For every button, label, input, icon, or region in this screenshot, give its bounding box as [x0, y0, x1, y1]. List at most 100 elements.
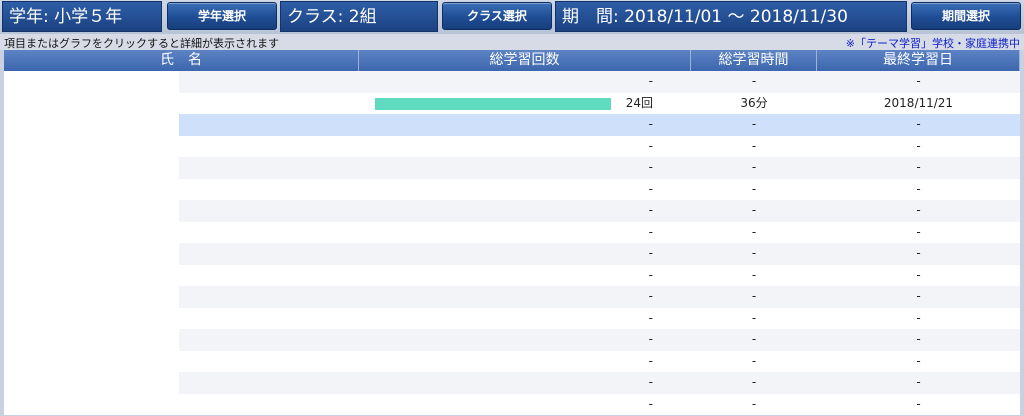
click-hint-text: 項目またはグラフをクリックすると詳細が表示されます	[4, 37, 279, 50]
total-count-value: -	[648, 267, 653, 282]
total-count-value: -	[648, 289, 653, 303]
grade-label: 学年: 小学５年	[2, 1, 162, 32]
header-total-time[interactable]: 総学習時間	[691, 50, 817, 71]
total-count-value: 24回	[625, 95, 653, 110]
student-name-cell[interactable]	[4, 157, 179, 179]
table-row[interactable]: ---	[4, 135, 1020, 158]
student-name-cell[interactable]	[4, 71, 179, 93]
total-time-cell: 36分	[740, 95, 768, 110]
student-name-cell[interactable]	[4, 200, 179, 222]
total-count-cell[interactable]: -	[179, 136, 691, 158]
student-name-cell[interactable]	[4, 307, 179, 329]
total-count-value: -	[648, 224, 653, 239]
last-study-date-cell: -	[916, 353, 921, 368]
student-name-cell[interactable]	[4, 264, 179, 286]
table-row[interactable]: ---	[4, 350, 1020, 373]
total-time-cell: -	[751, 138, 757, 153]
last-study-date-cell: -	[916, 375, 921, 389]
total-time-cell: -	[751, 353, 757, 368]
student-name-cell[interactable]	[4, 135, 179, 157]
top-toolbar: 学年: 小学５年 学年選択 クラス: 2組 クラス選択 期 間: 2018/11…	[0, 0, 1024, 34]
hint-row: 項目またはグラフをクリックすると詳細が表示されます ※「テーマ学習」学校・家庭連…	[0, 34, 1024, 50]
total-count-cell[interactable]: -	[179, 157, 691, 179]
table-row[interactable]: ---	[4, 157, 1020, 179]
grade-select-button[interactable]: 学年選択	[167, 2, 277, 30]
last-study-date-cell: -	[916, 396, 921, 411]
total-time-cell: -	[751, 396, 757, 411]
table-row[interactable]: ---	[4, 372, 1020, 394]
last-study-date-cell: -	[916, 246, 921, 260]
table-row[interactable]: ---	[4, 286, 1020, 308]
student-name-cell[interactable]	[4, 92, 179, 114]
student-name-cell[interactable]	[4, 243, 179, 265]
last-study-date-cell: -	[916, 267, 921, 282]
total-count-cell[interactable]: -	[179, 286, 691, 308]
student-name-cell[interactable]	[4, 178, 179, 200]
total-count-cell[interactable]: -	[179, 179, 691, 201]
total-count-cell[interactable]: -	[179, 329, 691, 351]
table-row[interactable]: ---	[4, 307, 1020, 330]
total-count-cell[interactable]: -	[179, 114, 691, 136]
table-row[interactable]: ---	[4, 393, 1020, 416]
last-study-date-cell: -	[916, 117, 921, 131]
student-name-cell[interactable]	[4, 350, 179, 372]
last-study-date-cell: -	[916, 289, 921, 303]
total-time-cell: -	[751, 375, 757, 389]
total-count-cell[interactable]: -	[179, 243, 691, 265]
table-row[interactable]: ---	[4, 221, 1020, 244]
total-count-cell[interactable]: -	[179, 308, 691, 330]
total-count-cell[interactable]: -	[179, 394, 691, 416]
total-time-cell: -	[751, 160, 757, 174]
total-time-cell: -	[751, 289, 757, 303]
last-study-date-cell: -	[916, 203, 921, 217]
table-row[interactable]: ---	[4, 329, 1020, 351]
total-time-cell: -	[751, 267, 757, 282]
total-count-cell[interactable]: -	[179, 265, 691, 287]
table-row[interactable]: ---	[4, 243, 1020, 265]
header-last-study-date[interactable]: 最終学習日	[817, 50, 1020, 71]
class-label: クラス: 2組	[280, 1, 438, 32]
total-count-value: -	[648, 203, 653, 217]
total-time-cell: -	[751, 310, 757, 325]
total-count-cell[interactable]: -	[179, 351, 691, 373]
total-count-cell[interactable]: -	[179, 71, 691, 93]
table-row[interactable]: ---	[4, 114, 1020, 136]
header-total-count[interactable]: 総学習回数	[359, 50, 691, 71]
total-count-value: -	[648, 117, 653, 131]
student-name-cell[interactable]	[4, 329, 179, 351]
total-time-cell: -	[751, 117, 757, 131]
total-time-cell: -	[751, 246, 757, 260]
table-row[interactable]: ---	[4, 178, 1020, 201]
period-label: 期 間: 2018/11/01 ～ 2018/11/30	[555, 1, 907, 32]
class-select-button[interactable]: クラス選択	[442, 2, 552, 30]
last-study-date-cell: -	[916, 138, 921, 153]
student-name-cell[interactable]	[4, 114, 179, 136]
total-time-cell: -	[751, 224, 757, 239]
study-count-bar[interactable]	[375, 97, 611, 110]
student-name-cell[interactable]	[4, 393, 179, 415]
total-count-value: -	[648, 396, 653, 411]
student-name-cell[interactable]	[4, 286, 179, 308]
total-count-cell[interactable]: -	[179, 372, 691, 394]
theme-study-link[interactable]: ※「テーマ学習」学校・家庭連携中	[846, 35, 1020, 51]
total-time-cell: -	[751, 74, 757, 88]
total-count-cell[interactable]: 24回	[179, 93, 691, 115]
total-count-value: -	[648, 160, 653, 174]
student-name-cell[interactable]	[4, 372, 179, 394]
total-count-cell[interactable]: -	[179, 222, 691, 244]
total-count-cell[interactable]: -	[179, 200, 691, 222]
last-study-date-cell: -	[916, 74, 921, 88]
student-name-cell[interactable]	[4, 221, 179, 243]
total-count-value: -	[648, 181, 653, 196]
table-row[interactable]: ---	[4, 71, 1020, 93]
student-table-body: - - - 24回 36分 2018/11/21 - - - - - - - - - - - - - - - - - - - - -…	[4, 71, 1020, 415]
total-count-value: -	[648, 74, 653, 88]
table-row[interactable]: 24回 36分 2018/11/21	[4, 92, 1020, 115]
period-select-button[interactable]: 期間選択	[911, 2, 1021, 30]
table-row[interactable]: ---	[4, 200, 1020, 222]
total-count-value: -	[648, 310, 653, 325]
header-name[interactable]: 氏 名	[4, 50, 359, 71]
total-time-cell: -	[751, 181, 757, 196]
last-study-date-cell: -	[916, 310, 921, 325]
table-row[interactable]: ---	[4, 264, 1020, 287]
